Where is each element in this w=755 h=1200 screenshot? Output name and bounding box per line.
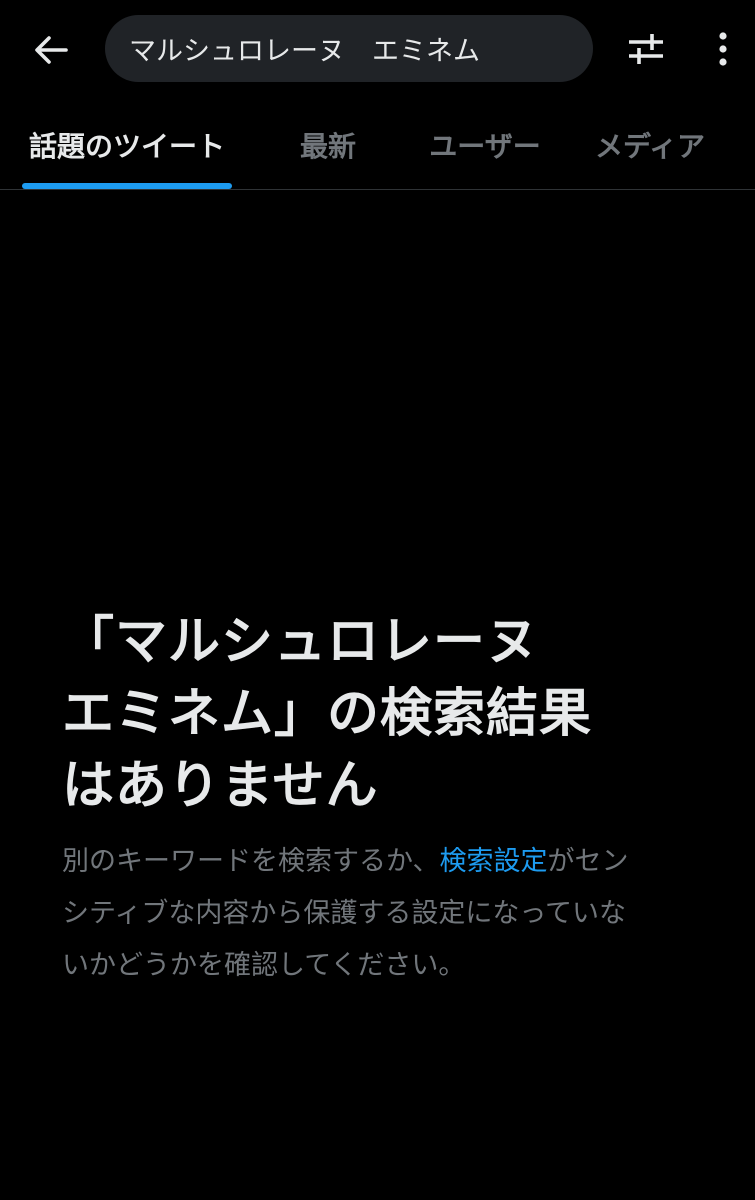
sliders-icon — [629, 34, 663, 64]
empty-body-text-line2: シティブな内容から保護する設定になっていな — [62, 898, 627, 929]
empty-body-text-line1-rest: がセン — [547, 846, 629, 877]
empty-state-title: 「マルシュロレーヌ エミネム」の検索結果 はありません — [62, 606, 702, 822]
tab-latest[interactable]: 最新 — [285, 100, 371, 189]
back-button[interactable] — [22, 22, 80, 78]
empty-title-line-3: はありません — [62, 756, 379, 816]
tab-label: 話題のツイート — [28, 129, 225, 163]
search-tabs: 話題のツイート 最新 ユーザー メディア — [0, 100, 755, 190]
tab-label: メディア — [594, 129, 706, 163]
filter-button[interactable] — [620, 22, 672, 76]
active-tab-indicator — [22, 183, 232, 189]
search-settings-link[interactable]: 検索設定 — [439, 846, 547, 877]
empty-state-description: 別のキーワードを検索するか、検索設定がセン シティブな内容から保護する設定になっ… — [62, 836, 702, 992]
search-input[interactable] — [129, 33, 569, 64]
vertical-ellipsis-icon — [719, 32, 727, 66]
tab-label: 最新 — [299, 129, 356, 163]
empty-title-line-1: 「マルシュロレーヌ — [62, 612, 540, 672]
empty-body-text-start: 別のキーワードを検索するか、 — [62, 846, 440, 877]
more-options-button[interactable] — [700, 22, 746, 76]
empty-body-text-line3: いかどうかを確認してください。 — [62, 950, 466, 981]
tab-people[interactable]: ユーザー — [415, 100, 555, 189]
tab-media[interactable]: メディア — [580, 100, 720, 189]
tab-top[interactable]: 話題のツイート — [22, 100, 232, 189]
arrow-left-icon — [35, 36, 68, 64]
search-field[interactable] — [105, 15, 593, 82]
top-bar — [0, 0, 755, 100]
empty-title-line-2: エミネム」の検索結果 — [62, 684, 593, 744]
tab-label: ユーザー — [429, 129, 541, 163]
empty-state: 「マルシュロレーヌ エミネム」の検索結果 はありません 別のキーワードを検索する… — [62, 606, 702, 992]
